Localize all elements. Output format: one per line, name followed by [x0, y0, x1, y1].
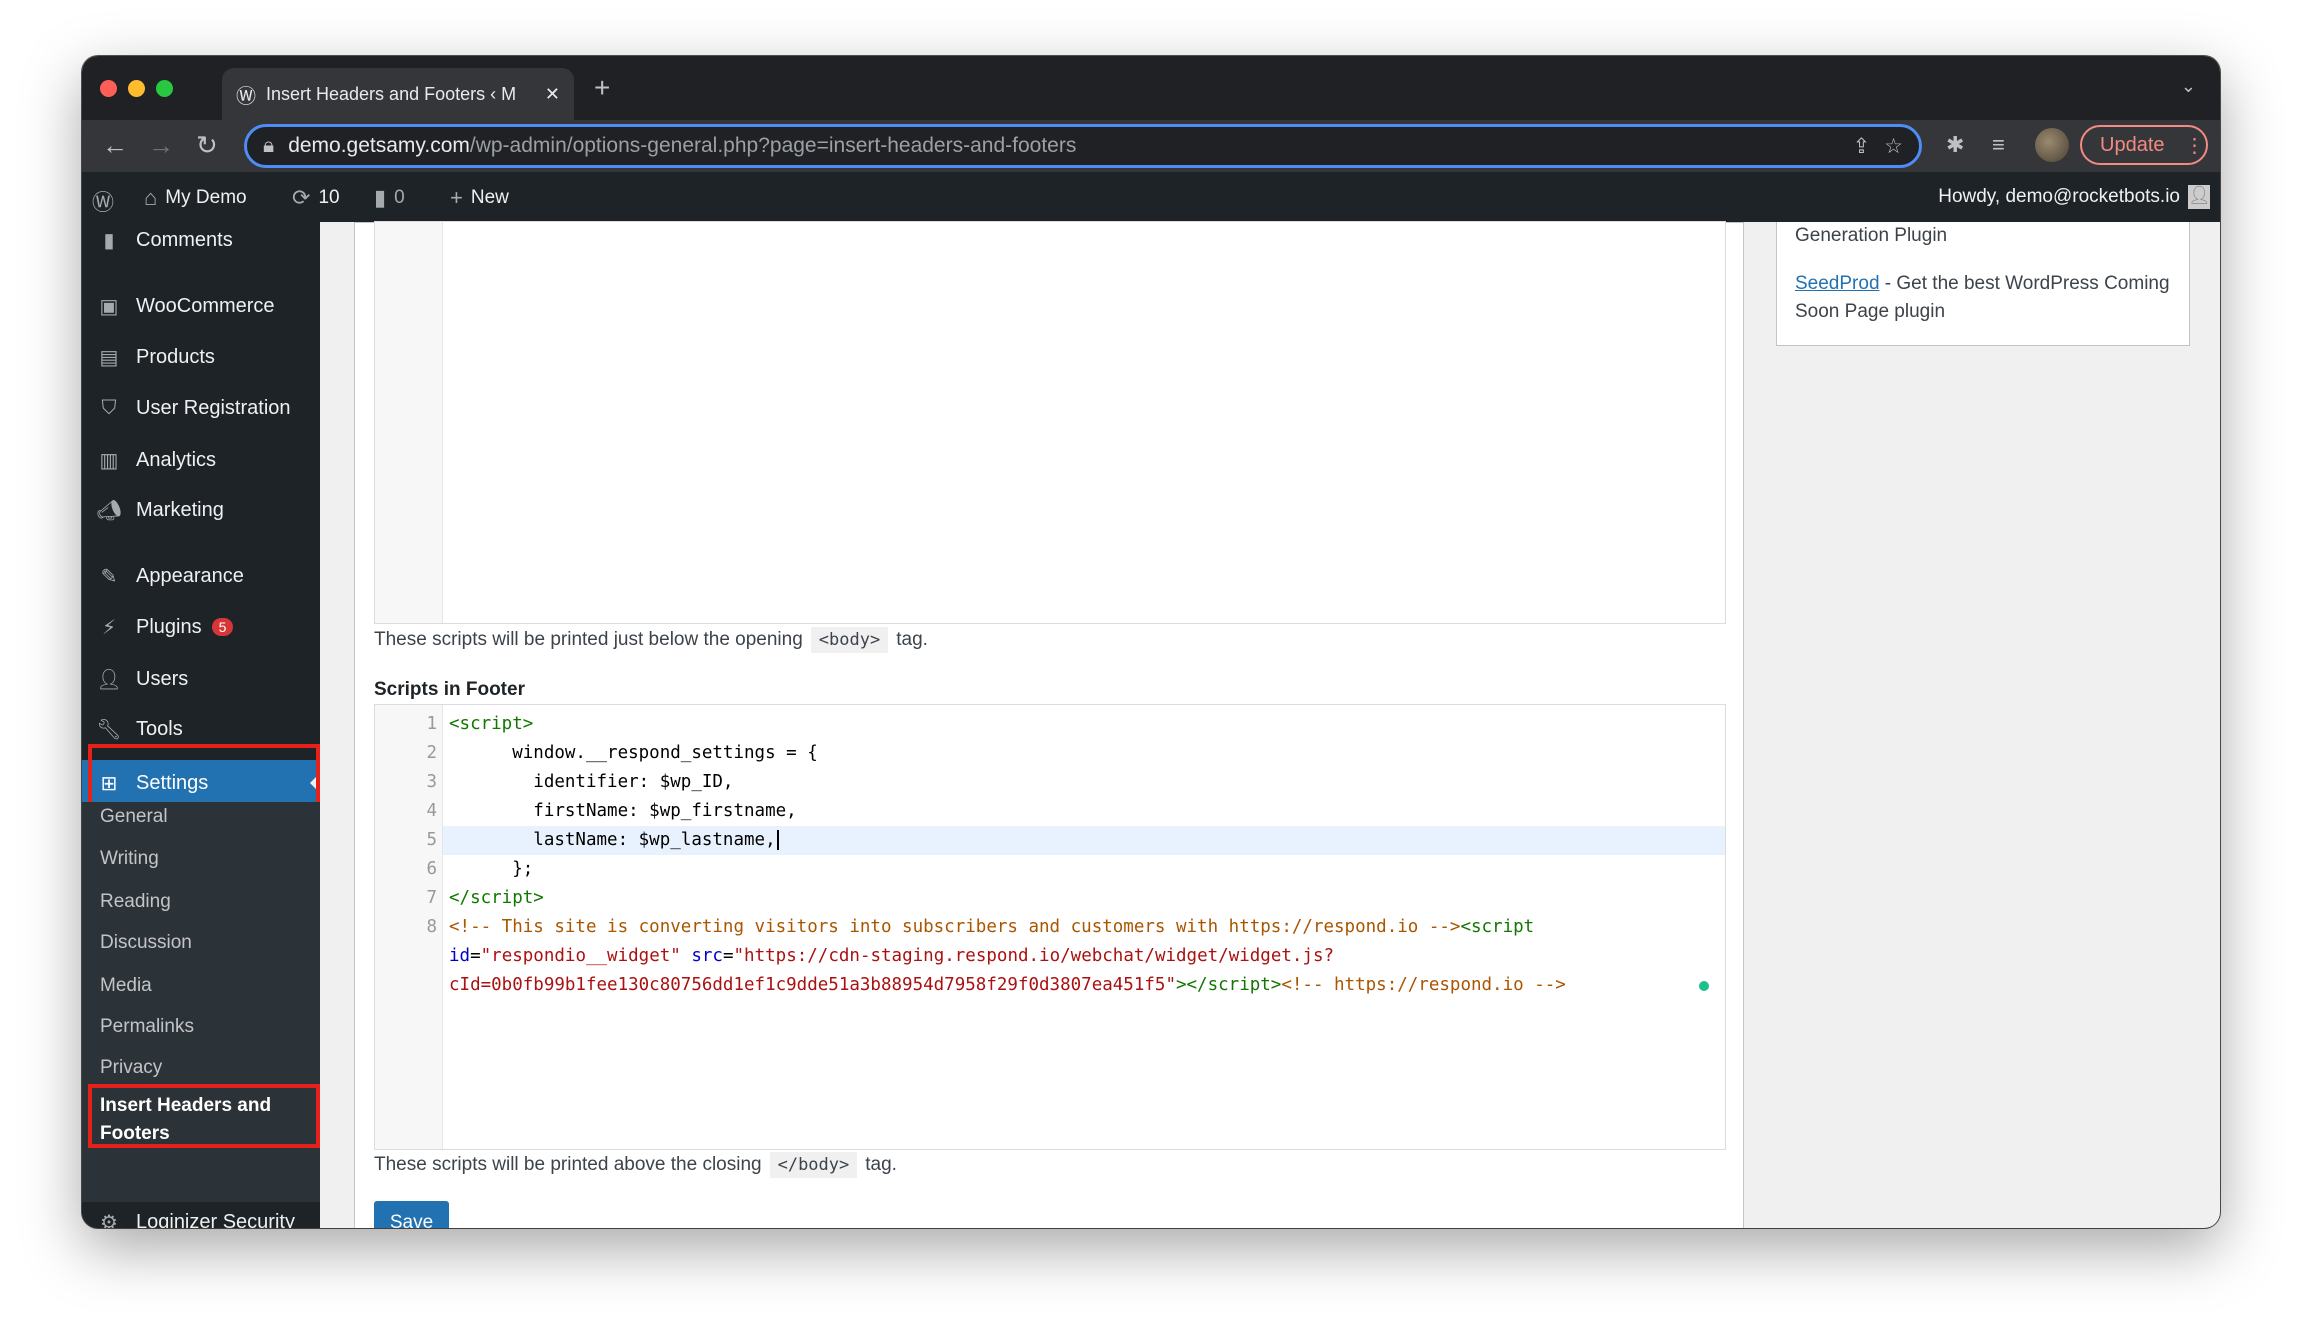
menu-user-registration[interactable]: ⛉ User Registration	[82, 388, 320, 428]
forward-icon[interactable]: →	[148, 130, 174, 161]
menu-users[interactable]: 👤︎ Users	[82, 659, 320, 699]
menu-tools[interactable]: 🔧︎ Tools	[82, 709, 320, 749]
address-bar[interactable]: 🔒︎ demo.getsamy.com/wp-admin/options-gen…	[244, 124, 1922, 168]
menu-comments[interactable]: ▮ Comments	[82, 222, 320, 260]
body-help-text: These scripts will be printed just below…	[374, 627, 928, 653]
more-icon[interactable]: ⋮	[2185, 133, 2205, 158]
comments-link[interactable]: ▮ 0	[374, 185, 405, 211]
reading-list-icon[interactable]: ≡	[1992, 132, 2005, 158]
shield-icon: ⛉	[101, 396, 117, 419]
settings-highlight	[88, 744, 320, 808]
save-button[interactable]: Save	[374, 1201, 449, 1228]
user-icon: 👤︎	[96, 668, 122, 691]
menu-loginizer[interactable]: ⚙ Loginizer Security	[82, 1202, 320, 1228]
archive-icon: ▤	[99, 346, 119, 369]
bar-chart-icon: ▥	[99, 449, 119, 472]
extensions-icon[interactable]: ✱	[1946, 132, 1964, 158]
seedprod-link[interactable]: SeedProd	[1795, 273, 1880, 294]
brush-icon: ✎	[100, 565, 118, 588]
minimize-window-button[interactable]	[128, 80, 145, 97]
text-cursor	[776, 830, 779, 850]
lock-icon: 🔒︎	[263, 134, 275, 157]
admin-sidebar: ▮ Comments ▣ WooCommerce ▤ Products ⛉ User R…	[82, 222, 320, 1228]
browser-window: Ⓦ Insert Headers and Footers ‹ M ✕ + ⌄ ←…	[82, 56, 2220, 1228]
new-tab-button[interactable]: +	[594, 72, 610, 104]
back-icon[interactable]: ←	[102, 130, 128, 161]
refresh-icon: ⟳	[292, 185, 311, 210]
updates-link[interactable]: ⟳ 10	[292, 185, 340, 211]
tab-bar: Ⓦ Insert Headers and Footers ‹ M ✕ + ⌄	[82, 56, 2220, 120]
profile-avatar[interactable]	[2035, 128, 2069, 162]
wp-logo-icon[interactable]: Ⓦ	[92, 185, 114, 217]
body-scripts-editor[interactable]	[374, 221, 1726, 624]
new-content-link[interactable]: + New	[450, 185, 509, 211]
submenu-privacy[interactable]: Privacy	[100, 1057, 162, 1079]
home-icon: ⌂	[144, 185, 158, 210]
close-window-button[interactable]	[100, 80, 117, 97]
update-button[interactable]: Update ⋮	[2080, 125, 2208, 165]
star-icon[interactable]: ☆	[1884, 134, 1903, 159]
comment-icon: ▮	[103, 229, 115, 252]
menu-products[interactable]: ▤ Products	[82, 337, 320, 377]
menu-appearance[interactable]: ✎ Appearance	[82, 556, 320, 596]
footer-scripts-label: Scripts in Footer	[374, 679, 525, 700]
megaphone-icon: 📣︎	[96, 499, 122, 522]
menu-plugins[interactable]: ⚡︎ Plugins 5	[82, 607, 320, 647]
maximize-window-button[interactable]	[156, 80, 173, 97]
submenu-media[interactable]: Media	[100, 975, 152, 997]
plugins-update-badge: 5	[211, 618, 234, 636]
site-link[interactable]: ⌂ My Demo	[144, 185, 247, 211]
settings-submenu: General Writing Reading Discussion Media…	[82, 802, 320, 1228]
reload-icon[interactable]: ↻	[196, 130, 218, 161]
menu-marketing[interactable]: 📣︎ Marketing	[82, 490, 320, 530]
recommended-plugins-box: Generation Plugin SeedProd - Get the bes…	[1776, 222, 2190, 346]
close-tab-icon[interactable]: ✕	[545, 84, 560, 105]
footer-scripts-editor[interactable]: 1 <script> 2 window.__respond_settings = …	[374, 704, 1726, 1150]
tab-search-chevron-icon[interactable]: ⌄	[2181, 76, 2196, 97]
footer-help-text: These scripts will be printed above the …	[374, 1152, 897, 1178]
menu-woocommerce[interactable]: ▣ WooCommerce	[82, 286, 320, 326]
submenu-reading[interactable]: Reading	[100, 891, 171, 913]
submenu-highlight	[88, 1084, 320, 1148]
wp-admin-bar: Ⓦ ⌂ My Demo ⟳ 10 ▮ 0 + New Howdy, demo@rocke…	[82, 172, 2220, 222]
menu-analytics[interactable]: ▥ Analytics	[82, 440, 320, 480]
comment-icon: ▮	[374, 185, 387, 210]
plug-icon: ⚡︎	[101, 616, 117, 639]
share-icon[interactable]: ⇪	[1853, 134, 1871, 159]
submenu-discussion[interactable]: Discussion	[100, 932, 192, 954]
settings-panel: These scripts will be printed just below…	[354, 221, 1744, 1228]
plus-icon: +	[450, 185, 463, 210]
gear-icon: ⚙	[100, 1211, 118, 1229]
browser-toolbar: ← → ↻ 🔒︎ demo.getsamy.com/wp-admin/optio…	[82, 120, 2220, 172]
user-avatar-icon: 👤︎	[2188, 185, 2211, 209]
browser-tab[interactable]: Ⓦ Insert Headers and Footers ‹ M ✕	[222, 68, 574, 120]
submenu-writing[interactable]: Writing	[100, 848, 159, 870]
status-dot	[1699, 981, 1709, 991]
wordpress-icon: Ⓦ	[236, 85, 256, 108]
wrench-icon: 🔧︎	[96, 718, 122, 741]
account-menu[interactable]: Howdy, demo@rocketbots.io 👤︎	[1938, 185, 2211, 209]
woo-icon: ▣	[99, 295, 119, 318]
submenu-general[interactable]: General	[100, 806, 168, 828]
submenu-permalinks[interactable]: Permalinks	[100, 1016, 194, 1038]
